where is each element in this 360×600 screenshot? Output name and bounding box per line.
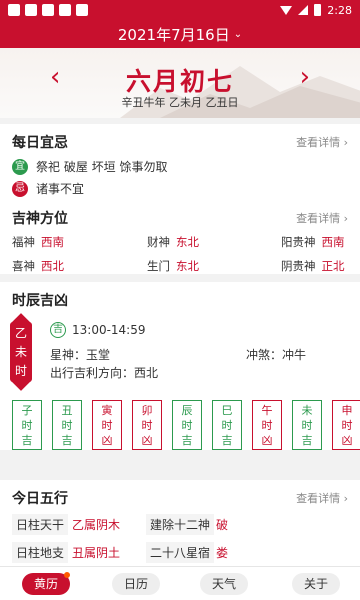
gods-title: 吉神方位 [12,211,68,227]
hour-box[interactable]: 寅时凶 [92,400,122,450]
time-range: 13:00-14:59 [72,323,146,337]
notification-dot [64,572,70,578]
status-time: 2:28 [327,3,352,17]
wuxing-value: 乙属阴木 [72,518,121,532]
star-row: 星神： 玉堂 [50,348,111,362]
hour-box[interactable]: 午时凶 [252,400,282,450]
ji-text: 诸事不宜 [36,182,85,196]
god-item: 生门 东北 [147,259,199,273]
wuxing-label: 二十八星宿 [146,542,215,563]
bottom-nav: 黄历 日历 天气 关于 [0,566,360,600]
hour-box[interactable]: 丑时吉 [52,400,82,450]
ji-badge: 忌 [12,180,28,197]
hour-box[interactable]: 辰时吉 [172,400,202,450]
yi-text: 祭祀 破屋 坏垣 馀事勿取 [36,160,168,174]
battery-icon [314,4,322,16]
yiji-title: 每日宜忌 [12,135,68,151]
lunar-header: ‹ 六月初七 辛丑牛年 乙未月 乙丑日 › [0,48,360,118]
chevron-down-icon: ⌄ [233,28,243,40]
direction-row: 出行吉利方向： 西北 [50,366,159,380]
wifi-icon [280,5,293,15]
wuxing-card: 今日五行 查看详情 › 日柱天干 乙属阴木 建除十二神 破 日柱地支 丑属阴土 … [0,480,360,566]
next-day-button[interactable]: › [300,62,310,92]
tab-weather[interactable]: 天气 [200,573,248,595]
chong-row: 冲煞： 冲牛 [246,348,307,362]
ji-row: 忌 诸事不宜 [12,180,84,197]
god-item: 阴贵神 正北 [281,259,345,273]
yiji-more-link[interactable]: 查看详情 › [296,134,348,150]
wuxing-value: 丑属阴土 [72,546,121,560]
status-bar: 2:28 [0,0,360,20]
hour-box[interactable]: 子时吉 [12,400,42,450]
tab-about[interactable]: 关于 [292,573,340,595]
wuxing-label: 日柱地支 [12,542,69,563]
wuxing-title: 今日五行 [12,491,68,507]
hour-box[interactable]: 未时吉 [292,400,322,450]
hour-box[interactable]: 巳时吉 [212,400,242,450]
hour-box[interactable]: 卯时凶 [132,400,162,450]
ji-mark: 吉 [50,322,66,338]
god-item: 财神 东北 [147,235,199,249]
top-bar: 2:28 2021年7月16日 ⌄ [0,0,360,48]
tab-calendar[interactable]: 日历 [112,573,160,595]
signal-icon [298,5,309,15]
gods-more-link[interactable]: 查看详情 › [296,210,348,226]
current-hour-badge: 乙 未 时 [10,322,32,382]
tab-huangli[interactable]: 黄历 [22,572,70,595]
wuxing-label: 日柱天干 [12,514,69,535]
god-item: 阳贵神 西南 [281,235,345,249]
yi-row: 宜 祭祀 破屋 坏垣 馀事勿取 [12,158,167,175]
wuxing-label: 建除十二神 [146,514,215,535]
notification-icon [25,4,37,16]
current-hour-row: 吉 13:00-14:59 [50,322,146,338]
ganzhi-text: 辛丑牛年 乙未月 乙丑日 [121,96,239,109]
yi-badge: 宜 [12,158,28,175]
date-picker[interactable]: 2021年7月16日 ⌄ [0,20,360,48]
notification-icon [8,4,20,16]
shichen-card: 时辰吉凶 乙 未 时 吉 13:00-14:59 星神： 玉堂 冲煞： 冲牛 出行吉… [0,282,360,450]
notification-icon [42,4,54,16]
god-item: 喜神 西北 [12,259,64,273]
hour-box[interactable]: 申时凶 [332,400,360,450]
wuxing-value: 娄 [216,546,229,560]
shichen-title: 时辰吉凶 [12,293,68,309]
header-date: 2021年7月16日 [117,25,230,44]
wuxing-more-link[interactable]: 查看详情 › [296,490,348,506]
god-item: 福神 西南 [12,235,64,249]
notification-icon [76,4,88,16]
yiji-card: 每日宜忌 查看详情 › 宜 祭祀 破屋 坏垣 馀事勿取 忌 诸事不宜 吉神方位 … [0,124,360,274]
wuxing-value: 破 [216,518,229,532]
notification-icon [59,4,71,16]
